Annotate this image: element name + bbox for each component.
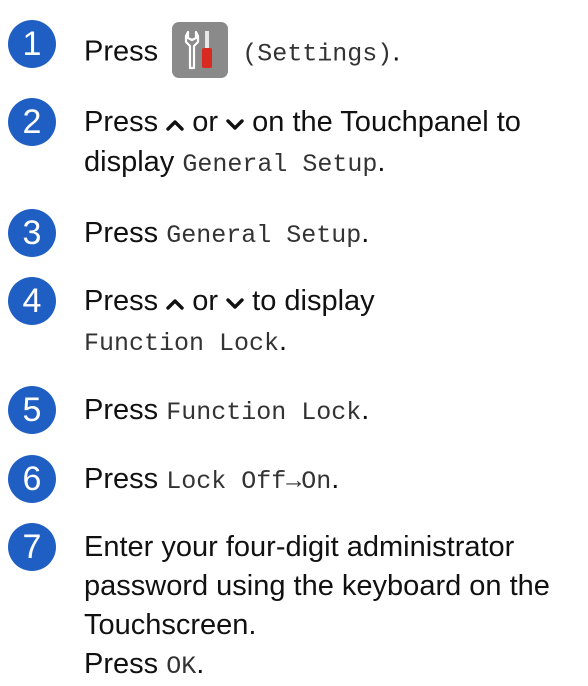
step-text-period: . [361,394,370,426]
function-lock-label: Function Lock [166,398,362,427]
step-text-press: Press [84,463,167,495]
step-text-rest: to display [244,285,375,317]
step-text-period: . [377,145,386,178]
settings-label: (Settings) [242,39,393,69]
step-text-line-1: Enter your four-digit administrator [84,531,515,563]
step-text-display: display [84,145,183,178]
step-text-period: . [331,463,340,495]
general-setup-label: General Setup [166,221,362,250]
chevron-up-icon [166,104,184,143]
step-text-press: Press [84,35,167,68]
step-number: 1 [8,20,56,68]
ok-label: OK [166,652,197,681]
step-text-period: . [392,35,401,68]
chevron-down-icon [226,104,244,143]
step-text-line-2: password using the keyboard on the [84,570,550,602]
step-number: 5 [8,386,56,434]
step-text-period: . [196,648,205,680]
step-text-period: . [279,324,288,357]
step-text: Press (Settings). [84,22,578,81]
step-text-press: Press [84,217,167,249]
step-text-line-3: Touchscreen. [84,609,257,641]
step-text: Press Lock Off→On. [84,460,578,501]
step-text: Press or to display Function Lock. [84,282,578,363]
chevron-up-icon [166,283,184,322]
step-text-rest: on the Touchpanel to [244,106,521,138]
step-text: Press or on the Touchpanel to display Ge… [84,103,578,184]
step-number: 7 [8,523,56,571]
step-text-or: or [184,285,227,317]
step-text-press: Press [84,394,167,426]
step-number: 3 [8,209,56,257]
step-number: 6 [8,455,56,503]
step-number: 2 [8,98,56,146]
step-text-press: Press [84,285,167,317]
general-setup-label: General Setup [182,149,378,179]
lock-off-on-label: Lock Off→On [166,467,332,496]
step-text-press: Press [84,106,167,138]
step-text-press: Press [84,648,167,680]
step-text: Press Function Lock. [84,391,578,432]
step-text-period: . [361,217,370,249]
step-text: Press General Setup. [84,214,578,255]
step-number: 4 [8,277,56,325]
function-lock-label: Function Lock [84,328,280,358]
step-text: Enter your four-digit administrator pass… [84,528,578,686]
step-text-or: or [184,106,227,138]
settings-icon [172,22,229,78]
chevron-down-icon [226,283,244,322]
